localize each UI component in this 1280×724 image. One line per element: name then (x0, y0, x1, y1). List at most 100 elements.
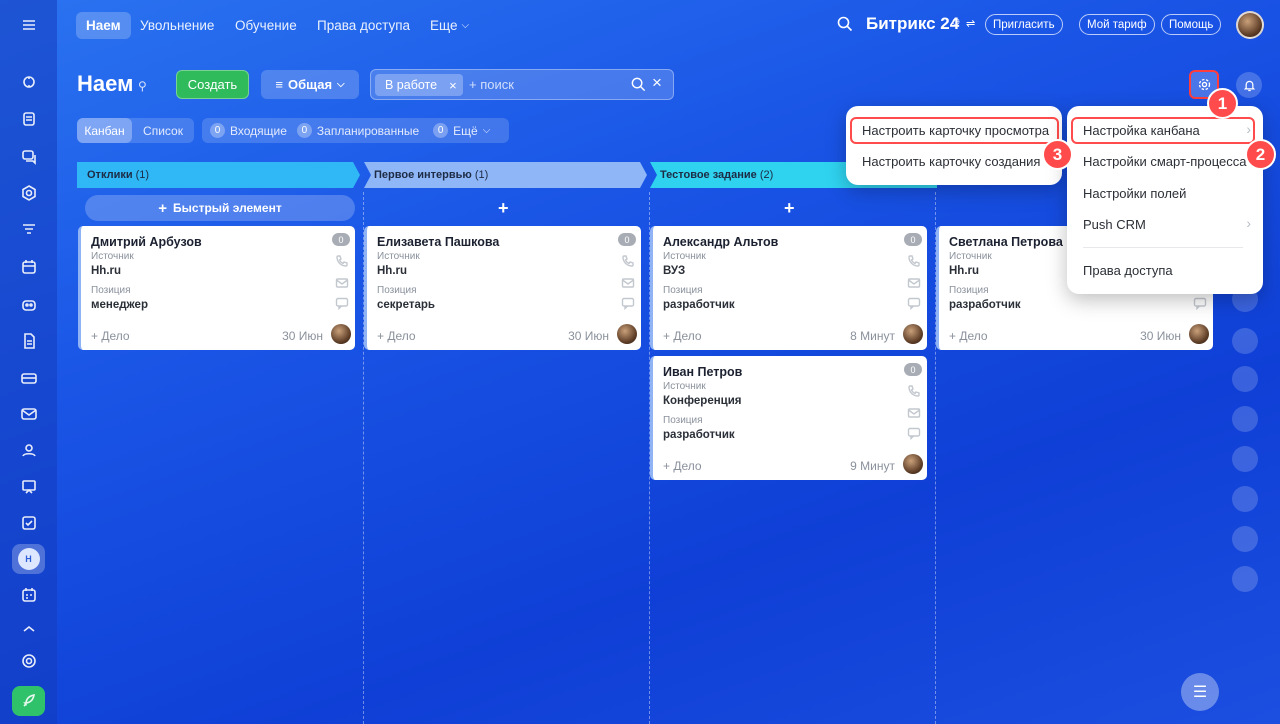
tab-hiring[interactable]: Наем (76, 12, 131, 39)
add-item-plus-icon[interactable]: + (784, 198, 795, 219)
search-icon[interactable] (630, 76, 647, 96)
avatar[interactable] (331, 324, 351, 344)
mail-icon[interactable] (907, 276, 921, 288)
user-avatar[interactable] (1236, 11, 1264, 39)
chat-icon[interactable] (335, 296, 349, 311)
brand-logo[interactable]: Битрикс 24 (866, 14, 959, 34)
add-item-plus-icon[interactable]: + (498, 198, 509, 219)
tasks-icon[interactable] (12, 104, 45, 134)
kanban-card[interactable]: Дмитрий Арбузов 0 Источник Hh.ru Позиция мене… (78, 226, 355, 350)
card-title[interactable]: Светлана Петрова (949, 235, 1063, 249)
my-tariff-button[interactable]: Мой тариф (1079, 14, 1155, 35)
document-icon[interactable] (12, 326, 45, 356)
card-title[interactable]: Елизавета Пашкова (377, 235, 499, 249)
mail-icon[interactable] (335, 276, 349, 288)
view-kanban-tab[interactable]: Канбан (77, 118, 132, 143)
category-label: Общая (287, 77, 333, 92)
card-title[interactable]: Дмитрий Арбузов (91, 235, 202, 249)
hexagon-icon[interactable] (12, 178, 45, 208)
add-activity-link[interactable]: + Дело (663, 329, 702, 343)
card-title[interactable]: Иван Петров (663, 365, 742, 379)
filter-chip[interactable]: В работе × (375, 74, 463, 96)
column-header-responses[interactable]: Отклики (1) (77, 162, 149, 188)
avatar[interactable] (1232, 486, 1258, 512)
add-activity-link[interactable]: + Дело (663, 459, 702, 473)
menu-item-push-crm[interactable]: Push CRM (1083, 214, 1146, 234)
add-activity-link[interactable]: + Дело (377, 329, 416, 343)
phone-icon[interactable] (621, 254, 635, 267)
schedule-icon[interactable] (12, 580, 45, 610)
phone-icon[interactable] (335, 254, 349, 267)
add-activity-link[interactable]: + Дело (949, 329, 988, 343)
help-button[interactable]: Помощь (1161, 14, 1222, 35)
counter-more[interactable]: 0 Ещё ⌵ (433, 123, 490, 138)
menu-item-field-settings[interactable]: Настройки полей (1083, 183, 1186, 203)
mail-icon[interactable] (907, 406, 921, 418)
avatar[interactable] (903, 454, 923, 474)
sliders-icon[interactable]: ⇌ (966, 17, 975, 30)
chat-icon[interactable] (907, 296, 921, 311)
kanban-card[interactable]: Иван Петров 0 Источник Конференция Позиция ра… (650, 356, 927, 480)
menu-item-access-rights[interactable]: Права доступа (1083, 260, 1173, 280)
chat-icon[interactable] (907, 426, 921, 441)
search-input[interactable]: + поиск (469, 77, 514, 92)
avatar[interactable] (1232, 566, 1258, 592)
notifications-button[interactable] (1236, 72, 1262, 98)
checkbox-icon[interactable] (12, 508, 45, 538)
hiring-app-icon[interactable]: H (12, 544, 45, 574)
counter-label: Ещё (453, 123, 478, 138)
mail-icon[interactable] (621, 276, 635, 288)
bot-icon[interactable] (12, 289, 45, 319)
filter-search-box[interactable]: В работе × + поиск × (370, 69, 674, 100)
avatar[interactable] (1232, 526, 1258, 552)
search-icon[interactable] (836, 15, 854, 33)
menu-item-configure-create-card[interactable]: Настроить карточку создания (862, 151, 1040, 171)
avatar[interactable] (903, 324, 923, 344)
phone-icon[interactable] (907, 254, 921, 267)
settings-icon[interactable] (12, 646, 45, 676)
source-label: Источник (91, 251, 134, 262)
avatar[interactable] (1232, 328, 1258, 354)
chat-button[interactable]: ☰ (1181, 673, 1219, 711)
create-button[interactable]: Создать (176, 70, 249, 99)
collapse-icon[interactable] (12, 614, 45, 644)
tab-dismissal[interactable]: Увольнение (140, 12, 214, 39)
category-select[interactable]: ≡ Общая ⌵ (261, 70, 359, 99)
chat-icon[interactable] (621, 296, 635, 311)
tab-access-rights[interactable]: Права доступа (317, 12, 410, 39)
kanban-card[interactable]: Александр Альтов 0 Источник ВУЗ Позиция разра… (650, 226, 927, 350)
column-header-first-interview[interactable]: Первое интервью (1) (364, 162, 488, 188)
avatar[interactable] (1232, 446, 1258, 472)
pin-icon[interactable]: ⚲ (138, 79, 147, 93)
tab-more[interactable]: Еще ⌵ (430, 12, 469, 39)
presentation-icon[interactable] (12, 472, 45, 502)
feed-icon[interactable] (12, 67, 45, 97)
close-icon[interactable]: × (652, 73, 662, 93)
people-icon[interactable] (12, 435, 45, 465)
rocket-icon[interactable] (12, 686, 45, 716)
mail-icon[interactable] (12, 399, 45, 429)
quick-add-button[interactable]: + Быстрый элемент (85, 195, 355, 221)
avatar[interactable] (1232, 366, 1258, 392)
menu-item-smart-process-settings[interactable]: Настройки смарт-процесса (1083, 151, 1247, 171)
view-list-tab[interactable]: Список (132, 118, 194, 143)
kanban-card[interactable]: Елизавета Пашкова 0 Источник Hh.ru Позиция се… (364, 226, 641, 350)
close-icon[interactable]: × (449, 78, 457, 93)
funnel-icon[interactable] (12, 215, 45, 245)
tab-training[interactable]: Обучение (235, 12, 297, 39)
chat-icon[interactable] (1193, 296, 1207, 311)
invite-button[interactable]: Пригласить (985, 14, 1063, 35)
column-header-test-task[interactable]: Тестовое задание (2) (650, 162, 773, 188)
card-title[interactable]: Александр Альтов (663, 235, 778, 249)
counter-incoming[interactable]: 0 Входящие (210, 123, 287, 138)
menu-icon[interactable] (12, 10, 45, 40)
card-icon[interactable] (12, 363, 45, 393)
avatar[interactable] (1232, 406, 1258, 432)
calendar-icon[interactable] (12, 252, 45, 282)
counter-planned[interactable]: 0 Запланированные (296, 123, 419, 138)
phone-icon[interactable] (907, 384, 921, 397)
avatar[interactable] (617, 324, 637, 344)
chat-icon[interactable] (12, 141, 45, 171)
add-activity-link[interactable]: + Дело (91, 329, 130, 343)
avatar[interactable] (1189, 324, 1209, 344)
